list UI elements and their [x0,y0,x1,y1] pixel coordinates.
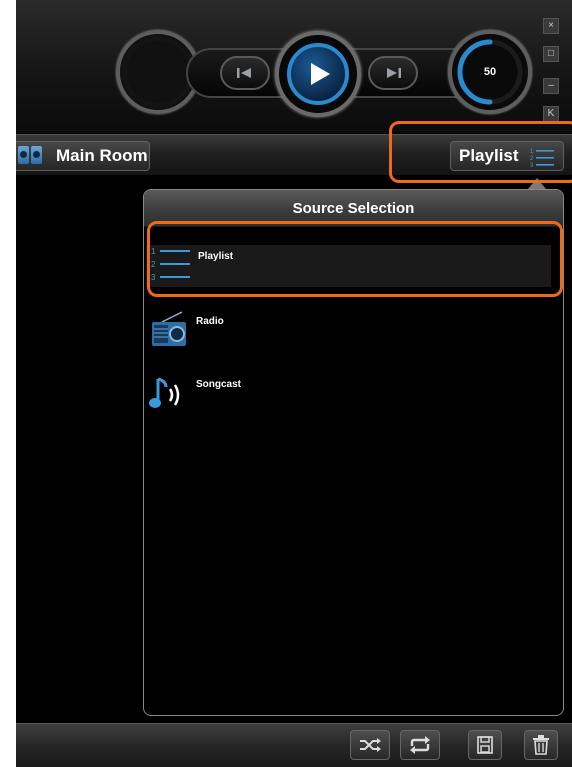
svg-text:3: 3 [151,273,156,282]
delete-button[interactable] [524,730,558,760]
repeat-icon [410,736,430,754]
svg-text:2: 2 [151,260,156,269]
play-button[interactable] [287,43,349,105]
popover-title: Source Selection [292,199,415,217]
playlist-icon: 1 2 3 [151,247,190,282]
maximize-button[interactable]: □ [543,46,559,62]
popover-caret [528,178,546,189]
save-button[interactable] [468,730,502,760]
save-icon [477,736,493,754]
source-item-label: Songcast [196,379,242,390]
songcast-icon [149,377,180,408]
play-dial [275,31,361,117]
svg-text:3: 3 [530,163,534,168]
shuffle-icon [360,738,381,752]
next-button[interactable] [368,56,418,90]
shuffle-button[interactable] [350,730,390,760]
transport-bar: 50 × □ – K [16,0,572,133]
compact-button[interactable]: K [543,106,559,122]
minimize-button[interactable]: – [543,78,559,94]
source-item-label: Playlist [198,251,234,262]
source-selection-popover: Source Selection 1 2 3 Playlist Radio So… [143,189,564,716]
room-selector[interactable]: Main Room [16,141,150,171]
source-item-radio[interactable]: Radio [144,310,549,354]
source-item-label: Radio [196,316,224,327]
volume-dial[interactable]: 50 [448,30,532,114]
popover-header: Source Selection [144,190,563,227]
previous-icon [237,68,251,78]
svg-text:1: 1 [151,247,156,256]
next-icon [387,68,401,78]
source-item-songcast[interactable]: Songcast [144,373,549,417]
room-bar: Main Room Playlist 1 2 3 [16,134,572,176]
source-item-playlist[interactable]: 1 2 3 Playlist [146,245,551,287]
repeat-button[interactable] [400,730,440,760]
svg-text:1: 1 [530,149,534,155]
app-window: 50 × □ – K Main Room Playlist 1 2 3 Sour… [16,0,572,767]
close-button[interactable]: × [543,18,559,34]
play-icon [311,63,330,85]
svg-text:2: 2 [530,156,534,162]
radio-icon [152,311,186,346]
trash-icon [533,735,549,755]
previous-button[interactable] [220,56,270,90]
room-name: Main Room [56,146,148,165]
speaker-icon [18,146,42,166]
source-label: Playlist [459,146,519,165]
playlist-icon: 1 2 3 [530,149,554,168]
source-button[interactable]: Playlist 1 2 3 [450,141,564,171]
volume-value: 50 [483,66,497,78]
bottom-toolbar [16,723,572,767]
